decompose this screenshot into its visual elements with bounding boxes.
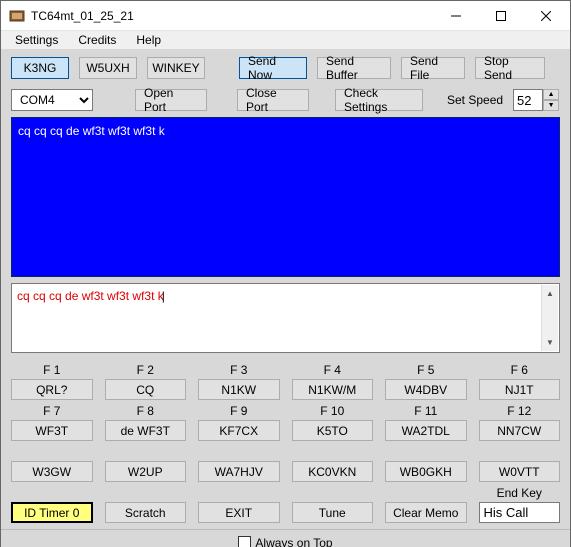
w5uxh-button[interactable]: W5UXH <box>79 57 137 79</box>
close-button[interactable] <box>523 1 568 30</box>
menu-help[interactable]: Help <box>130 32 167 48</box>
f6-button[interactable]: NJ1T <box>479 379 561 400</box>
set-speed-label: Set Speed <box>447 93 503 107</box>
window-title: TC64mt_01_25_21 <box>31 9 433 23</box>
f4-label: F 4 <box>324 363 341 378</box>
tune-button[interactable]: Tune <box>292 502 374 523</box>
f1-label: F 1 <box>43 363 60 378</box>
f12-button[interactable]: NN7CW <box>479 420 561 441</box>
always-on-top-checkbox[interactable] <box>238 536 251 547</box>
menu-settings[interactable]: Settings <box>9 32 64 48</box>
macro-w3gw-button[interactable]: W3GW <box>11 461 93 482</box>
macro-wa7hjv-button[interactable]: WA7HJV <box>198 461 280 482</box>
macro-w2up-button[interactable]: W2UP <box>105 461 187 482</box>
winkey-button[interactable]: WINKEY <box>147 57 205 79</box>
end-key-input[interactable] <box>479 502 561 523</box>
f5-button[interactable]: W4DBV <box>385 379 467 400</box>
scratch-button[interactable]: Scratch <box>105 502 187 523</box>
scroll-down-icon[interactable]: ▼ <box>542 334 558 351</box>
f3-label: F 3 <box>230 363 247 378</box>
f10-label: F 10 <box>320 404 344 419</box>
minimize-button[interactable] <box>433 1 478 30</box>
f9-label: F 9 <box>230 404 247 419</box>
com-port-select[interactable]: COM4 <box>11 89 93 111</box>
f7-label: F 7 <box>43 404 60 419</box>
f5-label: F 5 <box>417 363 434 378</box>
tx-input-text: cq cq cq de wf3t wf3t wf3t k <box>17 289 165 303</box>
f6-label: F 6 <box>511 363 528 378</box>
f10-button[interactable]: K5TO <box>292 420 374 441</box>
menu-credits[interactable]: Credits <box>72 32 122 48</box>
f9-button[interactable]: KF7CX <box>198 420 280 441</box>
macro-wb0gkh-button[interactable]: WB0GKH <box>385 461 467 482</box>
stop-send-button[interactable]: Stop Send <box>475 57 545 79</box>
send-file-button[interactable]: Send File <box>401 57 465 79</box>
always-on-top-label: Always on Top <box>255 536 332 547</box>
scrollbar[interactable]: ▲ ▼ <box>541 285 558 351</box>
macro-w0vtt-button[interactable]: W0VTT <box>479 461 561 482</box>
f2-button[interactable]: CQ <box>105 379 187 400</box>
f8-label: F 8 <box>137 404 154 419</box>
app-icon <box>9 8 25 24</box>
speed-input[interactable] <box>513 89 543 111</box>
maximize-button[interactable] <box>478 1 523 30</box>
open-port-button[interactable]: Open Port <box>135 89 207 111</box>
f2-label: F 2 <box>137 363 154 378</box>
check-settings-button[interactable]: Check Settings <box>335 89 423 111</box>
macro-kc0vkn-button[interactable]: KC0VKN <box>292 461 374 482</box>
f8-button[interactable]: de WF3T <box>105 420 187 441</box>
f7-button[interactable]: WF3T <box>11 420 93 441</box>
send-now-button[interactable]: Send Now <box>239 57 307 79</box>
scroll-up-icon[interactable]: ▲ <box>542 285 558 302</box>
tx-log-text: cq cq cq de wf3t wf3t wf3t k <box>18 124 165 138</box>
id-timer-button[interactable]: ID Timer 0 <box>11 502 93 523</box>
f12-label: F 12 <box>507 404 531 419</box>
speed-down-button[interactable]: ▼ <box>543 100 559 111</box>
close-port-button[interactable]: Close Port <box>237 89 309 111</box>
f11-label: F 11 <box>414 404 437 419</box>
clear-memo-button[interactable]: Clear Memo <box>385 502 467 523</box>
k3ng-button[interactable]: K3NG <box>11 57 69 79</box>
end-key-label: End Key <box>497 486 542 501</box>
f3-button[interactable]: N1KW <box>198 379 280 400</box>
f1-button[interactable]: QRL? <box>11 379 93 400</box>
speed-up-button[interactable]: ▲ <box>543 89 559 100</box>
f11-button[interactable]: WA2TDL <box>385 420 467 441</box>
send-buffer-button[interactable]: Send Buffer <box>317 57 391 79</box>
tx-log-area: cq cq cq de wf3t wf3t wf3t k <box>11 117 560 277</box>
f4-button[interactable]: N1KW/M <box>292 379 374 400</box>
tx-input-area[interactable]: cq cq cq de wf3t wf3t wf3t k ▲ ▼ <box>11 283 560 353</box>
exit-button[interactable]: EXIT <box>198 502 280 523</box>
